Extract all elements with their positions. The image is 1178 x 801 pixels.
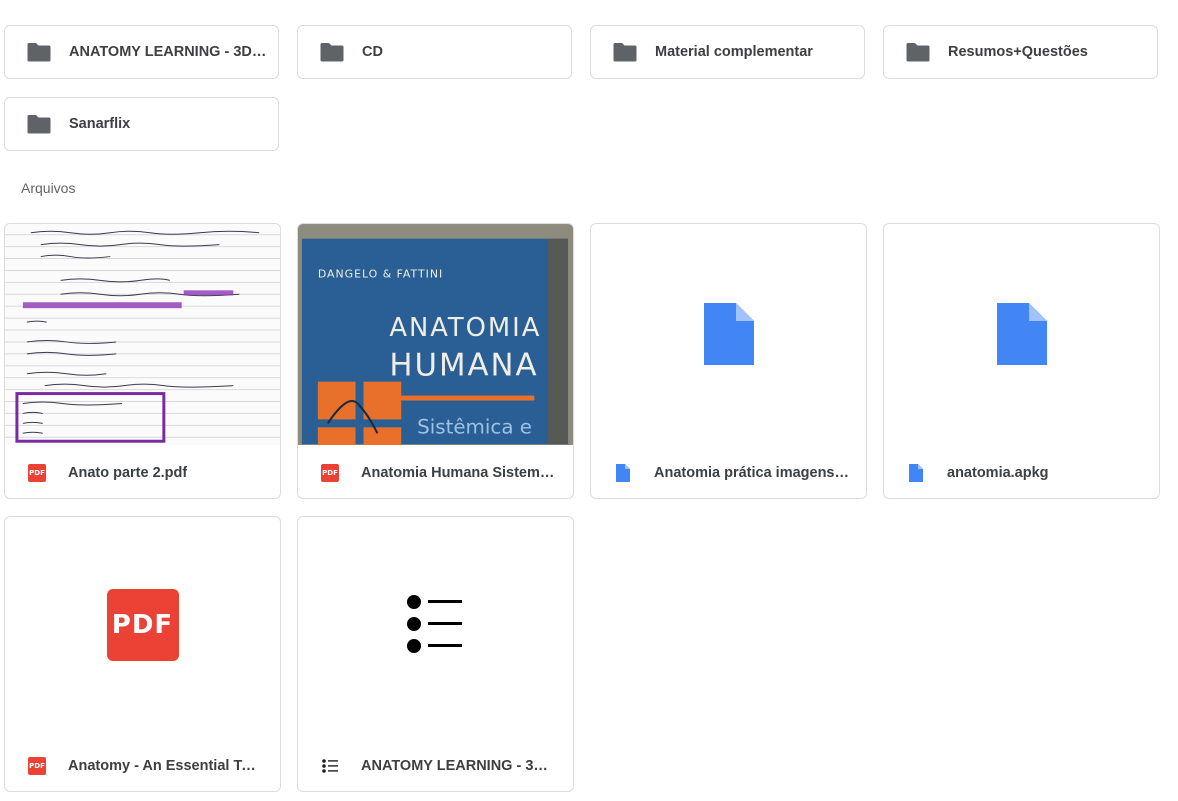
folder-item[interactable]: Material complementar: [590, 25, 865, 79]
file-icon: [703, 302, 754, 365]
book-author: DANGELO & FATTINI: [318, 267, 443, 280]
pdf-icon: PDF: [321, 463, 339, 482]
list-icon: [321, 757, 339, 775]
folder-name: CD: [362, 44, 383, 60]
folder-item[interactable]: ANATOMY LEARNING - 3D A...: [4, 25, 279, 79]
folder-icon: [27, 115, 51, 134]
file-name: anatomia.apkg: [947, 464, 1049, 481]
pdf-icon: PDF: [106, 588, 179, 661]
folder-icon: [906, 43, 930, 62]
file-thumbnail: PDF: [5, 517, 280, 738]
list-icon: [406, 594, 462, 653]
handwritten-notes-thumbnail: [5, 230, 280, 443]
file-card[interactable]: PDF PDF Anatomy - An Essential Text...: [4, 516, 281, 792]
book-title-line1: ANATOMIA: [389, 313, 541, 343]
file-name: Anatomy - An Essential Text...: [68, 757, 263, 774]
files-section-label: Arquivos: [21, 180, 76, 196]
file-thumbnail: [884, 224, 1159, 445]
file-card-footer: anatomia.apkg: [884, 445, 1159, 498]
folder-icon: [27, 43, 51, 62]
file-icon: [614, 463, 632, 482]
pdf-icon: PDF: [28, 756, 46, 775]
folder-icon: [320, 43, 344, 62]
book-cover-thumbnail: DANGELO & FATTINI ANATOMIA HUMANA Sistêm…: [298, 224, 573, 445]
file-thumbnail: DANGELO & FATTINI ANATOMIA HUMANA Sistêm…: [298, 224, 573, 445]
file-name: ANATOMY LEARNING - 3D A...: [361, 757, 556, 774]
file-name: Anatomia prática imagens.a...: [654, 464, 849, 481]
file-icon: [907, 463, 925, 482]
file-card-footer: PDF Anatomy - An Essential Text...: [5, 738, 280, 791]
file-card-footer: ANATOMY LEARNING - 3D A...: [298, 738, 573, 791]
file-thumbnail: [298, 517, 573, 738]
file-card[interactable]: DANGELO & FATTINI ANATOMIA HUMANA Sistêm…: [297, 223, 574, 499]
book-title-line2: HUMANA: [389, 348, 538, 384]
folder-item[interactable]: Sanarflix: [4, 97, 279, 151]
folder-name: Resumos+Questões: [948, 44, 1088, 60]
folder-name: Sanarflix: [69, 116, 131, 132]
folder-name: Material complementar: [655, 44, 813, 60]
file-icon: [996, 302, 1047, 365]
file-card[interactable]: Anatomia prática imagens.a...: [590, 223, 867, 499]
file-card[interactable]: ANATOMY LEARNING - 3D A...: [297, 516, 574, 792]
file-card[interactable]: PDF Anato parte 2.pdf: [4, 223, 281, 499]
pdf-icon: PDF: [28, 463, 46, 482]
file-thumbnail: [591, 224, 866, 445]
file-card-footer: PDF Anatomia Humana Sistemic...: [298, 445, 573, 498]
folder-item[interactable]: Resumos+Questões: [883, 25, 1158, 79]
folder-item[interactable]: CD: [297, 25, 572, 79]
folder-name: ANATOMY LEARNING - 3D A...: [69, 44, 269, 60]
book-subtitle: Sistêmica e: [417, 415, 532, 438]
file-name: Anato parte 2.pdf: [68, 464, 188, 481]
file-thumbnail: [5, 224, 280, 445]
file-card[interactable]: anatomia.apkg: [883, 223, 1160, 499]
file-name: Anatomia Humana Sistemic...: [361, 464, 556, 481]
folder-icon: [613, 43, 637, 62]
file-card-footer: Anatomia prática imagens.a...: [591, 445, 866, 498]
file-card-footer: PDF Anato parte 2.pdf: [5, 445, 280, 498]
